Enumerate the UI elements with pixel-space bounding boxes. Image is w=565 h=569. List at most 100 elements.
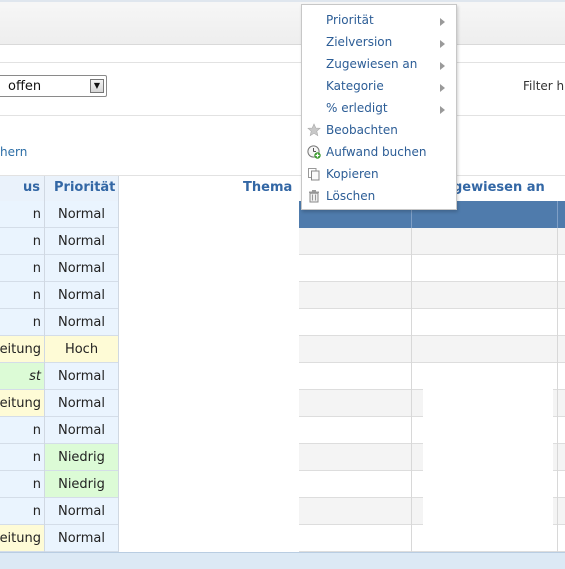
menu-item-kategorie[interactable]: Kategorie	[302, 75, 456, 97]
status-value: eitung	[0, 531, 41, 546]
table-row[interactable]: n Normal	[0, 228, 565, 255]
menu-item-label: % erledigt	[326, 101, 388, 115]
status-cell: eitung	[0, 390, 45, 417]
cell-divider	[118, 525, 119, 552]
priority-cell: Normal	[45, 390, 118, 417]
cell-divider	[118, 444, 119, 471]
status-value: n	[32, 261, 41, 276]
cell-divider	[118, 390, 119, 417]
status-value: eitung	[0, 342, 41, 357]
cell-divider	[118, 309, 119, 336]
priority-cell: Hoch	[45, 336, 118, 363]
row-remaining-cells[interactable]	[299, 228, 565, 255]
status-cell: eitung	[0, 525, 45, 552]
divider	[0, 115, 565, 116]
cell-divider	[44, 444, 45, 471]
cell-divider	[44, 255, 45, 282]
row-remaining-cells[interactable]	[299, 255, 565, 282]
cell-divider	[44, 282, 45, 309]
copy-icon	[307, 167, 321, 181]
col-header-priority[interactable]: Priorität	[45, 176, 119, 201]
cell-divider	[44, 498, 45, 525]
submenu-arrow-icon	[440, 106, 445, 114]
menu-item-zugewiesen-an[interactable]: Zugewiesen an	[302, 53, 456, 75]
menu-item-label: Beobachten	[326, 123, 398, 137]
status-value: n	[32, 288, 41, 303]
cell-divider	[118, 336, 119, 363]
column-divider	[557, 228, 558, 552]
top-border-line	[0, 0, 565, 2]
cell-divider	[118, 228, 119, 255]
divider	[0, 62, 565, 63]
status-value: eitung	[0, 396, 41, 411]
top-toolbar-band	[0, 0, 565, 45]
cell-divider	[44, 201, 45, 228]
options-link[interactable]: hern	[0, 145, 27, 159]
priority-cell: Normal	[45, 309, 118, 336]
priority-cell: Normal	[45, 417, 118, 444]
status-filter-value: offen	[8, 79, 42, 94]
status-value: n	[32, 423, 41, 438]
priority-cell: Normal	[45, 255, 118, 282]
submenu-arrow-icon	[440, 40, 445, 48]
menu-item-zielversion[interactable]: Zielversion	[302, 31, 456, 53]
context-menu: Priorität Zielversion Zugewiesen an Kategor…	[301, 4, 457, 210]
star-icon	[307, 123, 321, 137]
cell-divider	[118, 363, 119, 390]
status-cell: n	[0, 282, 45, 309]
col-header-priority-label: Priorität	[54, 180, 116, 195]
priority-cell: Normal	[45, 282, 118, 309]
cell-divider	[44, 309, 45, 336]
status-cell: n	[0, 417, 45, 444]
row-remaining-cells[interactable]	[299, 282, 565, 309]
menu-item-aufwand-buchen[interactable]: Aufwand buchen	[302, 141, 456, 163]
col-header-status[interactable]: us	[0, 176, 45, 201]
trash-icon	[307, 189, 321, 203]
chevron-down-icon[interactable]: ▼	[90, 79, 104, 93]
priority-cell: Normal	[45, 363, 118, 390]
status-value: n	[32, 504, 41, 519]
status-value: n	[32, 315, 41, 330]
column-divider	[411, 228, 412, 552]
col-header-subject[interactable]: Thema	[119, 176, 299, 201]
table-row[interactable]: n Normal	[0, 282, 565, 309]
status-filter-select[interactable]: offen ▼	[0, 75, 107, 97]
cell-divider	[118, 201, 119, 228]
status-value: n	[32, 207, 41, 222]
col-header-subject-label: Thema	[243, 180, 293, 195]
blank-area	[423, 373, 553, 538]
row-remaining-cells[interactable]	[299, 309, 565, 336]
status-cell: n	[0, 201, 45, 228]
row-remaining-cells[interactable]	[299, 336, 565, 363]
cell-divider	[44, 390, 45, 417]
menu-item-kopieren[interactable]: Kopieren	[302, 163, 456, 185]
cell-divider	[44, 417, 45, 444]
col-header-status-label: us	[23, 180, 40, 195]
table-row[interactable]: eitung Hoch	[0, 336, 565, 363]
status-cell: n	[0, 471, 45, 498]
priority-cell: Niedrig	[45, 471, 118, 498]
cell-divider	[118, 282, 119, 309]
status-cell: n	[0, 498, 45, 525]
menu-item-label: Kategorie	[326, 79, 384, 93]
status-cell: n	[0, 309, 45, 336]
status-cell: st	[0, 363, 45, 390]
menu-item-label: Priorität	[326, 13, 374, 27]
menu-item-label: Aufwand buchen	[326, 145, 427, 159]
menu-item-label: Zielversion	[326, 35, 393, 49]
table-row[interactable]: n Normal	[0, 309, 565, 336]
submenu-arrow-icon	[440, 18, 445, 26]
menu-item-beobachten[interactable]: Beobachten	[302, 119, 456, 141]
priority-cell: Niedrig	[45, 444, 118, 471]
menu-item-label: Löschen	[326, 189, 376, 203]
table-row[interactable]: n Normal	[0, 255, 565, 282]
menu-item-löschen[interactable]: Löschen	[302, 185, 456, 207]
menu-item-priorität[interactable]: Priorität	[302, 9, 456, 31]
table-row[interactable]: n Normal	[0, 201, 565, 228]
priority-cell: Normal	[45, 498, 118, 525]
menu-item-label: Kopieren	[326, 167, 379, 181]
cell-divider	[118, 255, 119, 282]
status-cell: n	[0, 228, 45, 255]
menu-item-erledigt[interactable]: % erledigt	[302, 97, 456, 119]
priority-cell: Normal	[45, 201, 118, 228]
